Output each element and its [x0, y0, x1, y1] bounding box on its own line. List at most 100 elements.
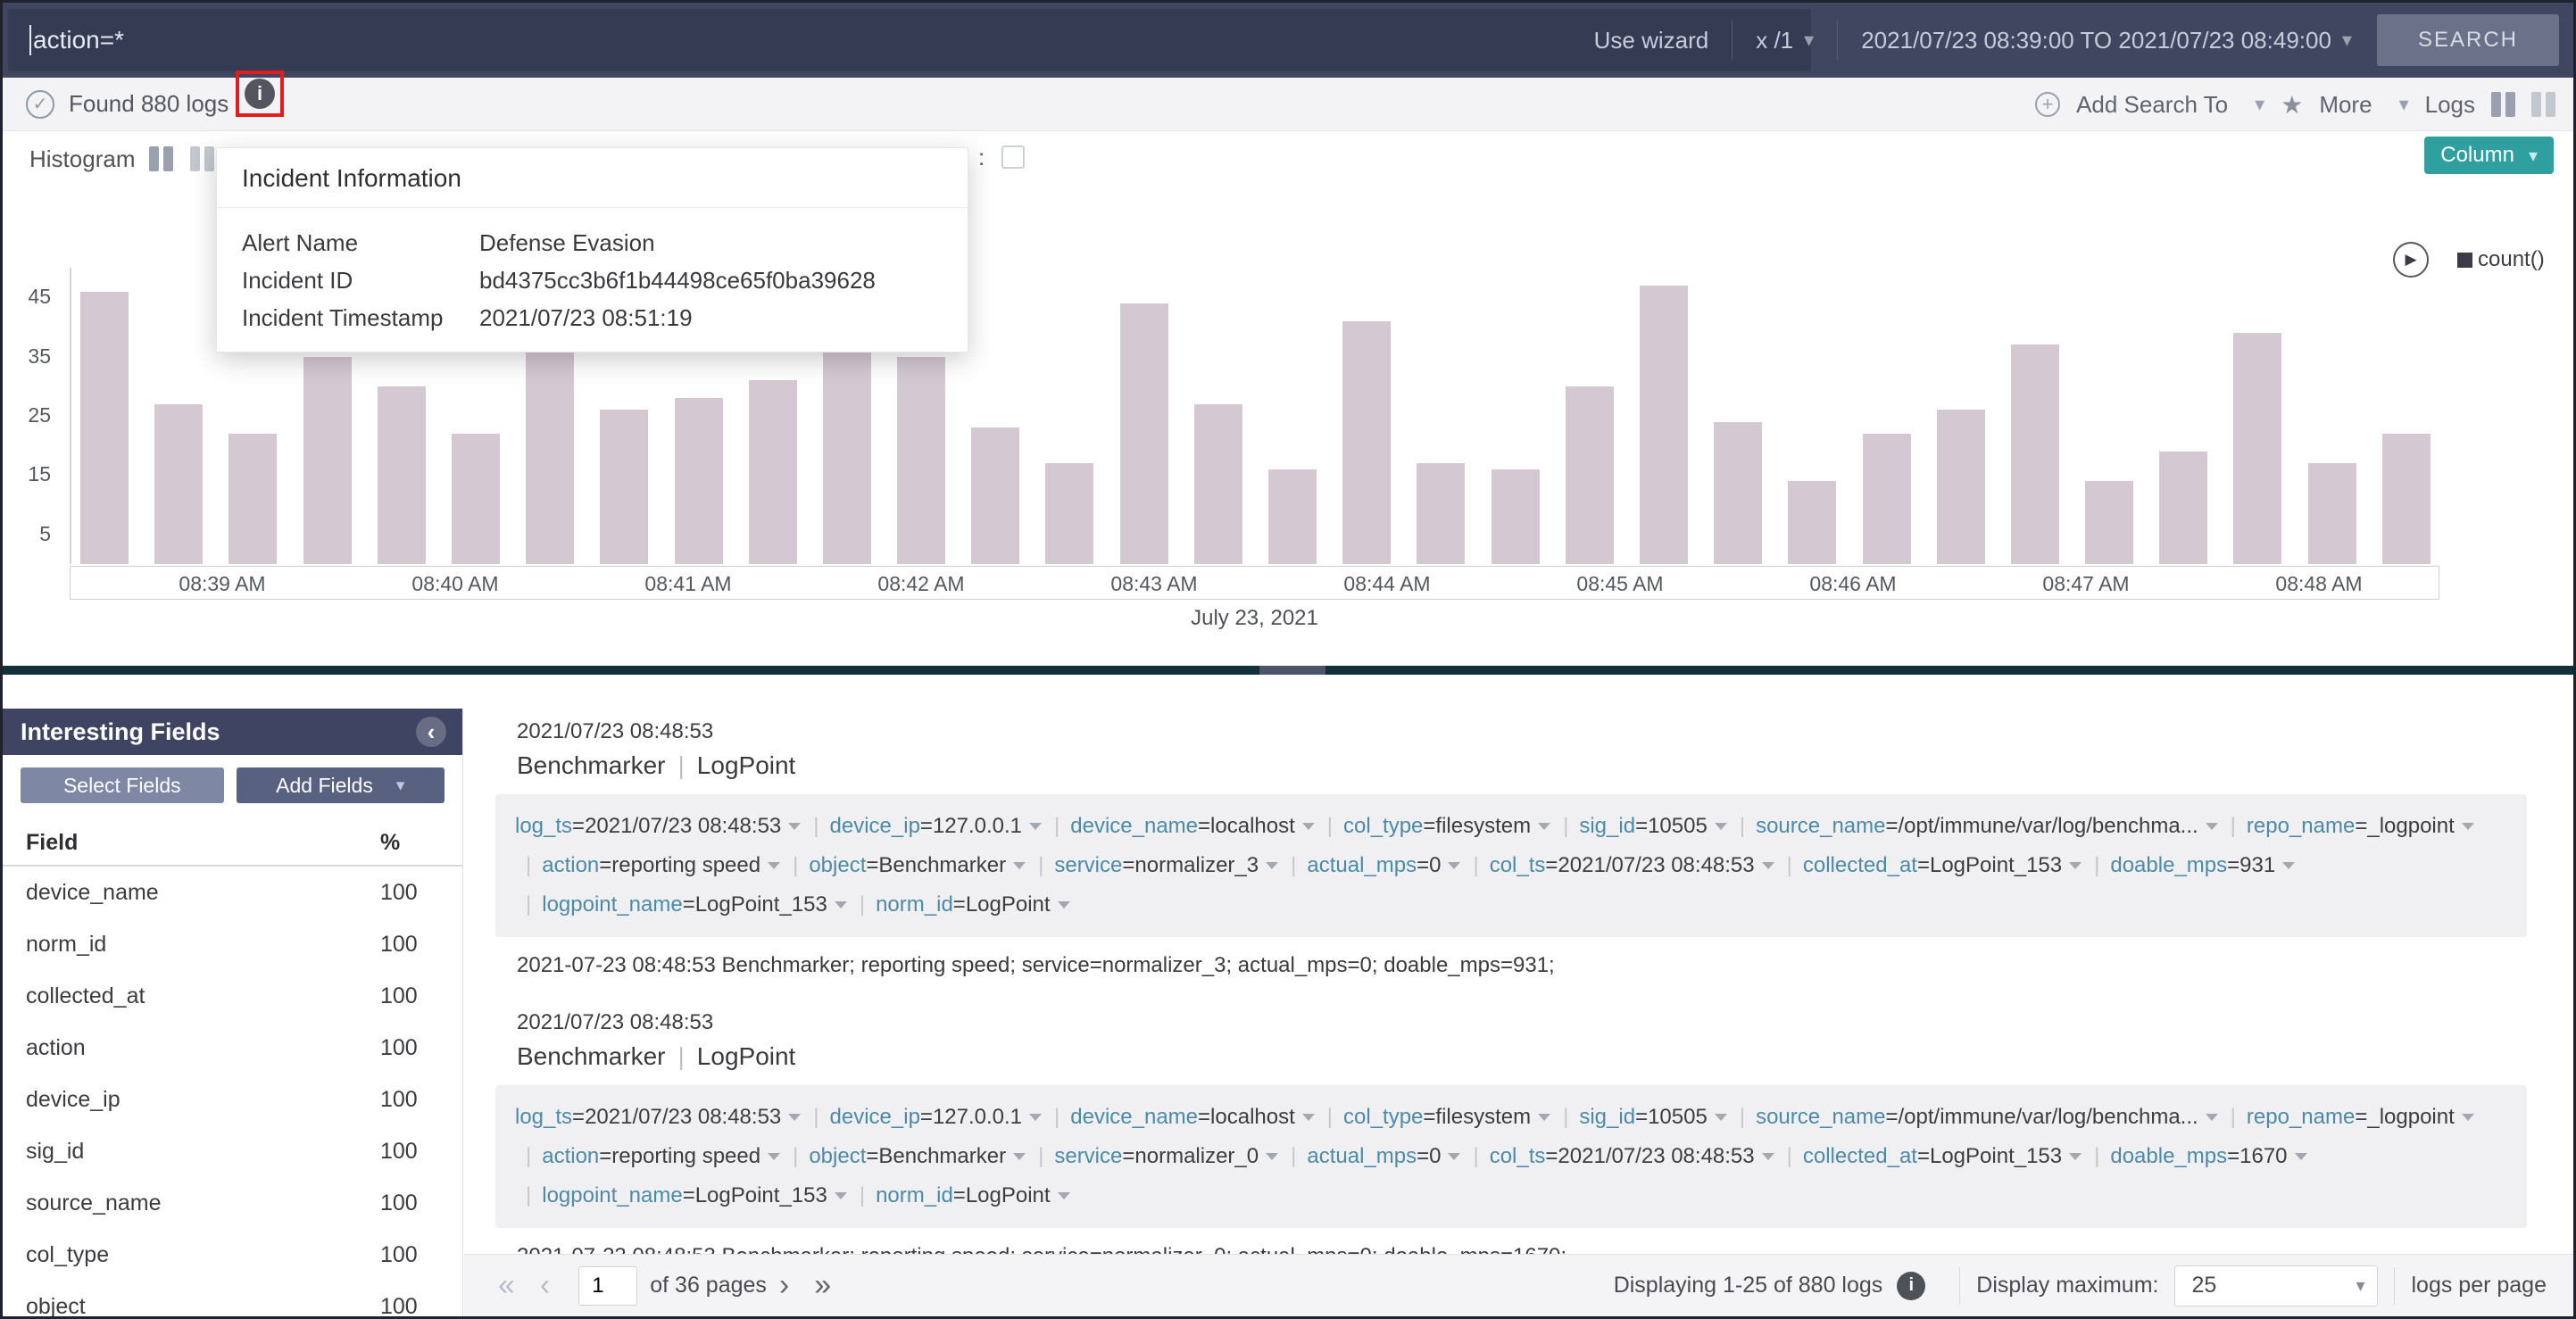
histogram-bar[interactable] — [1417, 463, 1465, 564]
field-tag-logpoint_name[interactable]: logpoint_name=LogPoint_153 — [542, 892, 849, 917]
histogram-bar[interactable] — [600, 410, 648, 564]
histogram-bar[interactable] — [2382, 434, 2431, 564]
field-row[interactable]: device_ip100 — [3, 1074, 462, 1125]
field-tag-norm_id[interactable]: norm_id=LogPoint — [876, 892, 1071, 917]
histogram-bar[interactable] — [2308, 463, 2356, 564]
chevron-down-icon[interactable]: ▾ — [2255, 93, 2264, 116]
select-fields-button[interactable]: Select Fields — [21, 767, 224, 803]
field-tag-device_ip[interactable]: device_ip=127.0.0.1 — [830, 1105, 1044, 1129]
play-icon[interactable]: ▶ — [2393, 242, 2429, 278]
chevron-down-icon[interactable] — [768, 862, 780, 869]
page-indicator[interactable]: x /1 — [1756, 27, 1793, 54]
field-tag-collected_at[interactable]: collected_at=LogPoint_153 — [1803, 853, 2083, 877]
display-maximum-select[interactable]: 25 ▾ — [2174, 1265, 2378, 1307]
field-tag-source_name[interactable]: source_name=/opt/immune/var/log/benchma.… — [1756, 1105, 2220, 1129]
chevron-down-icon[interactable] — [2282, 862, 2295, 869]
chevron-down-icon[interactable] — [2069, 1153, 2082, 1160]
add-fields-button[interactable]: Add Fields ▾ — [237, 767, 445, 803]
histogram-bar[interactable] — [2233, 333, 2281, 564]
chevron-down-icon[interactable] — [2462, 1114, 2474, 1121]
chevron-down-icon[interactable] — [1715, 823, 1727, 830]
field-tag-source_name[interactable]: source_name=/opt/immune/var/log/benchma.… — [1756, 814, 2220, 838]
field-row[interactable]: object100 — [3, 1281, 462, 1319]
chevron-down-icon[interactable] — [788, 823, 801, 830]
field-tag-col_type[interactable]: col_type=filesystem — [1343, 1105, 1552, 1129]
chart-type-button[interactable]: Column ▾ — [2424, 137, 2554, 174]
histogram-bar[interactable] — [1268, 469, 1317, 564]
chevron-down-icon[interactable] — [1448, 1153, 1460, 1160]
histogram-bar[interactable] — [1194, 404, 1242, 564]
field-row[interactable]: col_type100 — [3, 1229, 462, 1281]
prev-page-button[interactable]: ‹ — [528, 1268, 562, 1303]
field-row[interactable]: source_name100 — [3, 1177, 462, 1229]
page-input[interactable] — [578, 1266, 637, 1306]
histogram-bar[interactable] — [897, 357, 945, 564]
histogram-bar[interactable] — [1342, 321, 1391, 564]
histogram-bar[interactable] — [2085, 481, 2133, 564]
chevron-down-icon[interactable] — [1538, 823, 1550, 830]
field-row[interactable]: action100 — [3, 1022, 462, 1074]
field-tag-col_ts[interactable]: col_ts=2021/07/23 08:48:53 — [1490, 1144, 1776, 1168]
chevron-down-icon[interactable] — [2206, 823, 2218, 830]
chevron-down-icon[interactable] — [2206, 1114, 2218, 1121]
histogram-bar[interactable] — [749, 380, 797, 564]
field-row[interactable]: sig_id100 — [3, 1125, 462, 1177]
field-row[interactable]: collected_at100 — [3, 970, 462, 1022]
more-menu[interactable]: More — [2319, 91, 2372, 119]
histogram-bar[interactable] — [2159, 452, 2207, 564]
add-search-to-menu[interactable]: Add Search To — [2076, 91, 2228, 119]
histogram-bar[interactable] — [526, 351, 574, 564]
chevron-down-icon[interactable] — [1715, 1114, 1727, 1121]
field-tag-log_ts[interactable]: log_ts=2021/07/23 08:48:53 — [515, 814, 802, 838]
chevron-down-icon[interactable] — [1058, 1192, 1070, 1199]
histogram-bar[interactable] — [229, 434, 277, 564]
field-tag-col_type[interactable]: col_type=filesystem — [1343, 814, 1552, 838]
first-page-button[interactable]: « — [486, 1268, 528, 1303]
field-tag-actual_mps[interactable]: actual_mps=0 — [1307, 853, 1462, 877]
histogram-bar[interactable] — [1863, 434, 1911, 564]
chevron-down-icon[interactable] — [1762, 1153, 1774, 1160]
field-tag-service[interactable]: service=normalizer_3 — [1054, 853, 1280, 877]
histogram-bar[interactable] — [1937, 410, 1985, 564]
histogram-bar[interactable] — [303, 357, 352, 564]
time-range-selector[interactable]: 2021/07/23 08:39:00 TO 2021/07/23 08:49:… — [1861, 27, 2331, 54]
histogram-bar[interactable] — [1492, 469, 1540, 564]
field-tag-doable_mps[interactable]: doable_mps=931 — [2110, 853, 2297, 877]
chevron-down-icon[interactable] — [1058, 901, 1070, 908]
incident-info-icon[interactable]: i — [245, 79, 275, 109]
chevron-down-icon[interactable] — [1029, 1114, 1042, 1121]
histogram-bar[interactable] — [971, 427, 1019, 564]
field-tag-action[interactable]: action=reporting speed — [542, 1144, 782, 1168]
field-tag-sig_id[interactable]: sig_id=10505 — [1579, 814, 1728, 838]
field-tag-device_ip[interactable]: device_ip=127.0.0.1 — [830, 814, 1044, 838]
field-tag-object[interactable]: object=Benchmarker — [809, 1144, 1027, 1168]
field-tag-service[interactable]: service=normalizer_0 — [1054, 1144, 1280, 1168]
chevron-down-icon[interactable] — [1538, 1114, 1550, 1121]
chevron-down-icon[interactable] — [1266, 1153, 1278, 1160]
chevron-down-icon[interactable] — [1013, 1153, 1026, 1160]
field-tag-device_name[interactable]: device_name=localhost — [1070, 1105, 1317, 1129]
histogram-bar[interactable] — [1566, 386, 1614, 564]
field-tag-sig_id[interactable]: sig_id=10505 — [1579, 1105, 1728, 1129]
histogram-bar[interactable] — [1788, 481, 1836, 564]
field-tag-repo_name[interactable]: repo_name=_logpoint — [2247, 1105, 2476, 1129]
last-page-button[interactable]: » — [802, 1268, 843, 1303]
histogram-bar[interactable] — [452, 434, 500, 564]
field-tag-collected_at[interactable]: collected_at=LogPoint_153 — [1803, 1144, 2083, 1168]
table-view-icon[interactable] — [2531, 92, 2555, 117]
x-axis[interactable]: 08:39 AM08:40 AM08:41 AM08:42 AM08:43 AM… — [70, 566, 2439, 600]
histogram-bar[interactable] — [80, 292, 129, 564]
field-tag-log_ts[interactable]: log_ts=2021/07/23 08:48:53 — [515, 1105, 802, 1129]
search-input[interactable]: action=* — [8, 9, 1811, 71]
chevron-down-icon[interactable]: ▾ — [1804, 29, 1814, 52]
histogram-bar[interactable] — [1045, 463, 1093, 564]
chevron-down-icon[interactable] — [1448, 862, 1460, 869]
plus-circle-icon[interactable]: + — [2035, 92, 2060, 117]
histogram-option-checkbox[interactable] — [1001, 145, 1025, 169]
chevron-down-icon[interactable] — [1762, 862, 1774, 869]
chevron-down-icon[interactable] — [835, 901, 847, 908]
chevron-down-icon[interactable] — [1013, 862, 1026, 869]
chevron-down-icon[interactable] — [835, 1192, 847, 1199]
field-tag-object[interactable]: object=Benchmarker — [809, 853, 1027, 877]
field-tag-device_name[interactable]: device_name=localhost — [1070, 814, 1317, 838]
